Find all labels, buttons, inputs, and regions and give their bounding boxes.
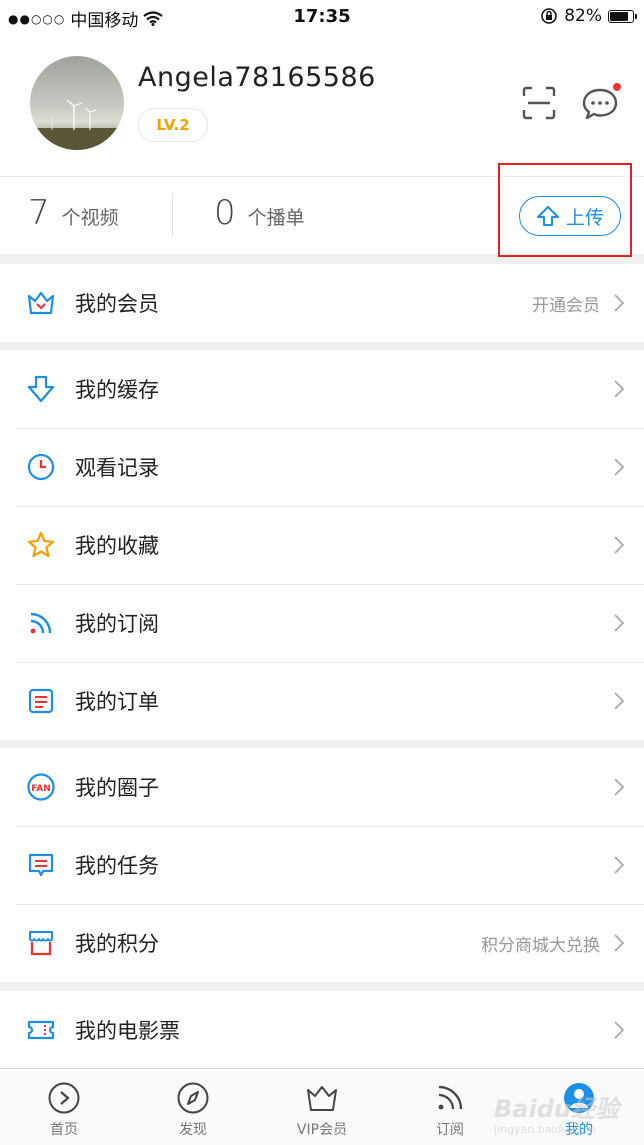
username: Angela78165586 [138,62,376,93]
chevron-right-icon [614,294,624,312]
playlists-stat[interactable]: 0 个播单 [214,193,305,233]
row-right [614,536,624,554]
row-right [614,692,624,710]
row-right: 开通会员 [532,291,624,316]
rss-icon [30,612,52,634]
row-my-points[interactable]: 我的积分 积分商城大兑换 [0,904,644,982]
star-icon [27,531,55,558]
avatar[interactable] [30,56,124,150]
tab-label: 首页 [50,1122,78,1138]
profile-header: Angela78165586 LV.2 [0,34,644,176]
videos-count: 7 [28,193,50,233]
points-icon [29,931,53,956]
svg-text:FAN: FAN [31,784,51,794]
tab-label: 发现 [179,1122,207,1138]
download-icon [27,375,55,403]
row-right [614,778,624,796]
row-label: 我的缓存 [75,378,159,402]
tab-label: 订阅 [436,1122,464,1138]
task-icon [28,853,54,877]
row-my-circles[interactable]: FAN 我的圈子 [0,748,644,826]
tab-home[interactable]: 首页 [0,1069,128,1145]
crown-icon [307,1086,337,1111]
ticket-icon [27,1020,55,1040]
row-my-favorites[interactable]: 我的收藏 [0,506,644,584]
section-tickets: 我的电影票 [0,991,644,1069]
compass-icon [177,1082,209,1114]
play-circle-icon [48,1082,80,1114]
upload-icon [536,206,559,226]
row-right [614,380,624,398]
chevron-right-icon [614,1021,624,1039]
row-label: 我的订阅 [75,612,159,636]
row-right [614,614,624,632]
row-my-cache[interactable]: 我的缓存 [0,350,644,428]
row-right-text: 开通会员 [532,295,600,316]
tab-discover[interactable]: 发现 [129,1069,257,1145]
order-icon [28,688,54,714]
tab-vip[interactable]: VIP会员 [258,1069,386,1145]
row-label: 我的任务 [75,854,159,878]
watermark-subtext: jingyan.baidu.com [494,1123,596,1136]
message-icon[interactable] [580,82,622,124]
section-media: 我的缓存 观看记录 我的收藏 我的订阅 我的订单 [0,350,644,740]
status-bar: ●●○○○ 中国移动 17:35 82% [0,0,644,34]
row-label: 我的收藏 [75,534,159,558]
row-my-movie-tickets[interactable]: 我的电影票 [0,991,644,1069]
chevron-right-icon [614,778,624,796]
stats-divider [172,193,173,237]
section-vip: 我的会员 开通会员 [0,264,644,342]
watermark-text: Baidu经验 [494,1095,619,1123]
scan-icon[interactable] [520,84,558,122]
level-badge[interactable]: LV.2 [138,108,208,142]
videos-stat[interactable]: 7 个视频 [28,193,119,233]
section-community: FAN 我的圈子 我的任务 我的积分 积分商城大兑换 [0,748,644,982]
upload-button[interactable]: 上传 [519,196,621,236]
row-my-orders[interactable]: 我的订单 [0,662,644,740]
watermark: Baidu经验 jingyan.baidu.com [480,1075,640,1141]
battery-icon [608,9,637,23]
chevron-right-icon [614,856,624,874]
clock-icon [27,453,55,481]
battery-percent: 82% [564,6,602,26]
row-my-vip[interactable]: 我的会员 开通会员 [0,264,644,342]
row-watch-history[interactable]: 观看记录 [0,428,644,506]
row-label: 我的圈子 [75,776,159,800]
row-my-tasks[interactable]: 我的任务 [0,826,644,904]
stats-row: 7 个视频 0 个播单 上传 [0,176,644,254]
videos-label: 个视频 [61,207,119,229]
row-label: 观看记录 [75,456,159,480]
playlists-label: 个播单 [247,207,305,229]
crown-icon [27,291,55,315]
orientation-lock-icon [541,8,558,24]
playlists-count: 0 [214,193,236,233]
row-label: 我的积分 [75,932,159,956]
chevron-right-icon [614,380,624,398]
row-right: 积分商城大兑换 [481,931,624,956]
row-label: 我的电影票 [75,1019,180,1043]
rss-icon [438,1085,463,1110]
row-right [614,458,624,476]
upload-label: 上传 [565,206,604,229]
row-label: 我的订单 [75,690,159,714]
chevron-right-icon [614,692,624,710]
chevron-right-icon [614,458,624,476]
row-right-text: 积分商城大兑换 [481,935,600,956]
chevron-right-icon [614,536,624,554]
fan-icon: FAN [27,773,55,801]
row-label: 我的会员 [75,292,159,316]
row-my-subscriptions[interactable]: 我的订阅 [0,584,644,662]
chevron-right-icon [614,934,624,952]
chevron-right-icon [614,614,624,632]
tab-label: VIP会员 [296,1122,348,1138]
row-right [614,1021,624,1039]
row-right [614,856,624,874]
notification-dot [613,83,621,91]
